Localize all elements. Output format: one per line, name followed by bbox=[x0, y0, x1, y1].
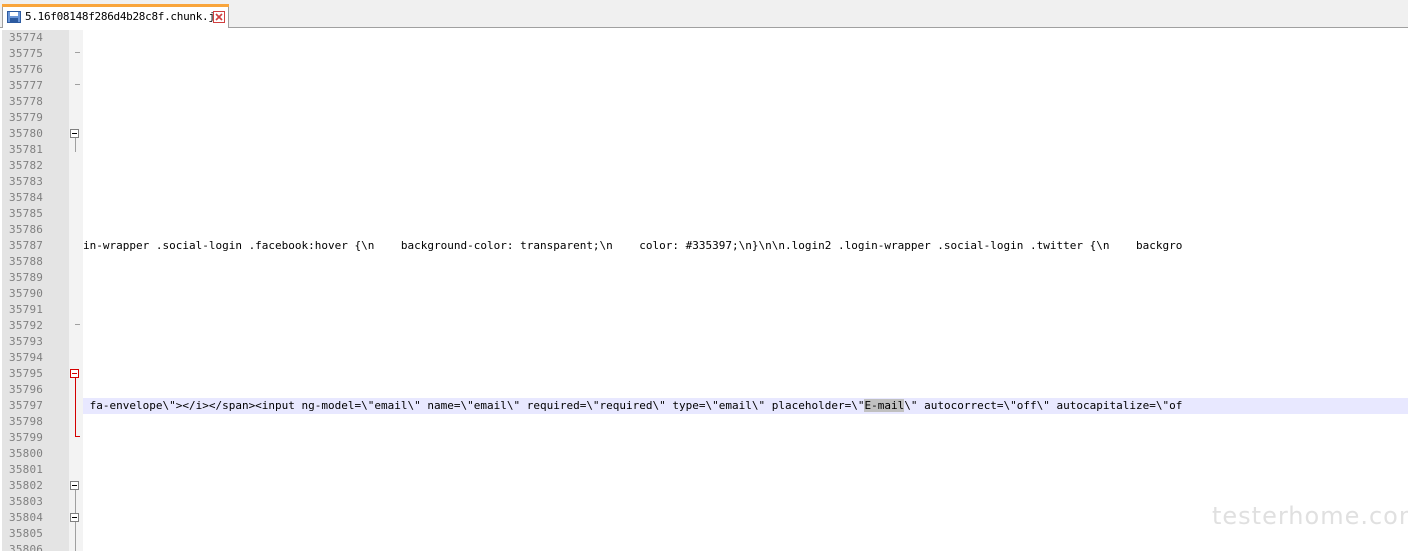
line-number: 35776 bbox=[9, 63, 44, 76]
fold-line bbox=[75, 378, 76, 436]
tab-filename: 5.16f08148f286d4b28c8f.chunk.js bbox=[25, 10, 221, 23]
line-number: 35800 bbox=[9, 447, 44, 460]
fold-end-marker bbox=[75, 84, 80, 85]
line-number: 35784 bbox=[9, 191, 44, 204]
line-number: 35796 bbox=[9, 383, 44, 396]
line-number: 35805 bbox=[9, 527, 44, 540]
line-number: 35795 bbox=[9, 367, 44, 380]
fold-toggle-icon[interactable] bbox=[70, 481, 79, 490]
line-number: 35793 bbox=[9, 335, 44, 348]
fold-end-marker bbox=[75, 52, 80, 53]
line-number: 35799 bbox=[9, 431, 44, 444]
code-line-35787[interactable]: in-wrapper .social-login .facebook:hover… bbox=[83, 238, 1182, 254]
line-number: 35787 bbox=[9, 239, 44, 252]
line-number: 35804 bbox=[9, 511, 44, 524]
search-match: E-mail bbox=[864, 399, 905, 412]
line-number: 35788 bbox=[9, 255, 44, 268]
active-tab-indicator bbox=[2, 4, 229, 7]
line-number: 35790 bbox=[9, 287, 44, 300]
fold-margin bbox=[69, 30, 83, 551]
fold-toggle-icon[interactable] bbox=[70, 513, 79, 522]
line-number-gutter: 35774 35775 35776 35777 35778 35779 35780 35781… bbox=[2, 30, 69, 551]
code-line-35797[interactable]: fa-envelope\"></i></span><input ng-model… bbox=[83, 398, 1182, 414]
line-number: 35786 bbox=[9, 223, 44, 236]
line-number: 35781 bbox=[9, 143, 44, 156]
line-number: 35783 bbox=[9, 175, 44, 188]
fold-toggle-icon[interactable] bbox=[70, 129, 79, 138]
line-number: 35785 bbox=[9, 207, 44, 220]
fold-end-marker bbox=[75, 324, 80, 325]
line-number: 35782 bbox=[9, 159, 44, 172]
fold-line bbox=[75, 490, 76, 513]
code-text: fa-envelope\"></i></span><input ng-model… bbox=[83, 399, 865, 412]
line-number: 35797 bbox=[9, 399, 44, 412]
line-number: 35775 bbox=[9, 47, 44, 60]
line-number: 35801 bbox=[9, 463, 44, 476]
watermark: testerhome.com bbox=[1212, 502, 1408, 530]
line-number: 35777 bbox=[9, 79, 44, 92]
fold-line bbox=[75, 522, 76, 551]
line-number: 35774 bbox=[9, 31, 44, 44]
fold-line bbox=[75, 138, 76, 152]
code-text: \" autocorrect=\"off\" autocapitalize=\"… bbox=[904, 399, 1183, 412]
line-number: 35794 bbox=[9, 351, 44, 364]
line-number: 35780 bbox=[9, 127, 44, 140]
close-icon[interactable] bbox=[213, 11, 225, 23]
line-number: 35778 bbox=[9, 95, 44, 108]
line-number: 35798 bbox=[9, 415, 44, 428]
fold-toggle-icon[interactable] bbox=[70, 369, 79, 378]
line-number: 35803 bbox=[9, 495, 44, 508]
save-disk-icon bbox=[7, 11, 21, 23]
file-tab[interactable]: 5.16f08148f286d4b28c8f.chunk.js bbox=[2, 4, 229, 28]
line-number: 35789 bbox=[9, 271, 44, 284]
line-number: 35791 bbox=[9, 303, 44, 316]
fold-end-marker bbox=[75, 436, 80, 437]
line-number: 35779 bbox=[9, 111, 44, 124]
tab-bar: 5.16f08148f286d4b28c8f.chunk.js bbox=[0, 0, 1408, 28]
line-number: 35802 bbox=[9, 479, 44, 492]
line-number: 35806 bbox=[9, 543, 44, 551]
line-number: 35792 bbox=[9, 319, 44, 332]
